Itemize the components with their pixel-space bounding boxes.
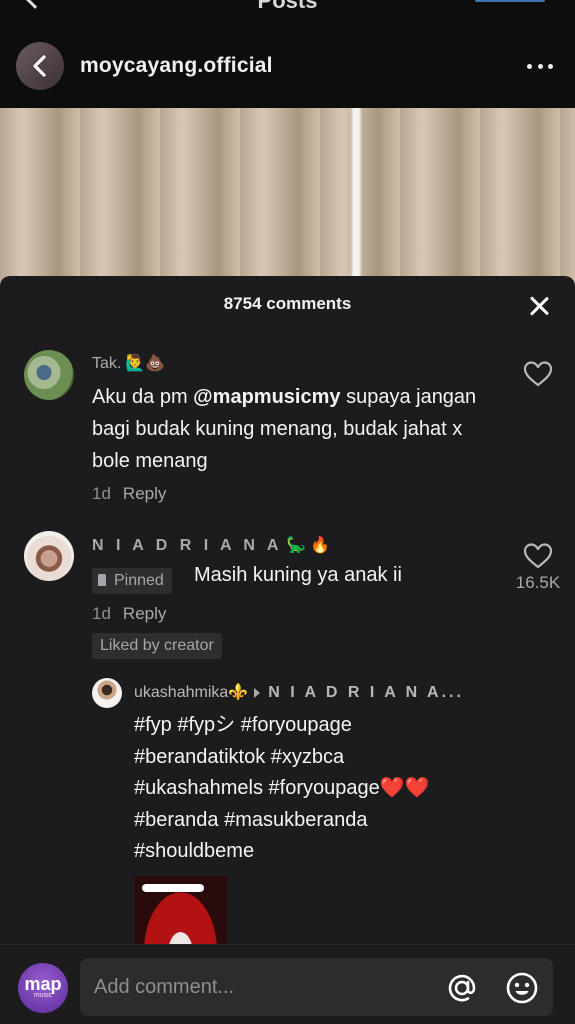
pinned-badge: Pinned (92, 568, 172, 594)
emoji-icon[interactable] (504, 970, 540, 1006)
hashtag-line: #berandatiktok #xyzbca (134, 745, 345, 768)
comment-text: Aku da pm @mapmusicmy supaya jangan bagi… (92, 381, 482, 477)
dot (548, 63, 553, 69)
reply-button[interactable]: Reply (123, 604, 166, 623)
username-text: Tak. (92, 355, 122, 372)
comment-meta: 1d Reply (92, 484, 166, 504)
dot (527, 63, 532, 69)
comment-username[interactable]: N I A D R I A N A 🦕🔥 (92, 535, 334, 555)
avatar[interactable] (92, 678, 122, 708)
top-bar: Posts moycayang.official (0, 0, 575, 108)
comment-meta: 1d Reply (92, 604, 166, 624)
hashtag-line: #fyp #fypシ #foryoupage (134, 714, 352, 736)
heart-icon[interactable] (523, 360, 553, 388)
liked-by-creator-badge: Liked by creator (92, 633, 222, 659)
username-emoji: 🙋‍♂️💩 (125, 355, 166, 372)
reply-username[interactable]: ukashahmika⚜️ N I A D R I A N A... (134, 682, 464, 702)
video-preview[interactable] (0, 108, 575, 288)
reply-arrow-icon (254, 687, 261, 698)
close-icon[interactable] (529, 296, 549, 316)
hashtag-line: #shouldbeme (134, 840, 255, 862)
hashtag-line: #ukashahmels #foryoupage❤️❤️ (134, 777, 430, 799)
comment-input[interactable] (94, 958, 434, 1016)
avatar[interactable] (24, 531, 74, 581)
comment-input-box[interactable] (80, 958, 553, 1016)
username-emoji: ⚜️ (228, 684, 249, 701)
avatar-logo-sub: music (33, 992, 53, 999)
comment-text-prefix: Aku da pm (92, 386, 194, 408)
thumbnail-caption (142, 884, 204, 892)
avatar[interactable]: map music (18, 963, 68, 1013)
comment-text: Masih kuning ya anak ii (194, 564, 402, 586)
username-emoji: 🦕🔥 (286, 537, 335, 554)
pinned-label: Pinned (114, 572, 164, 589)
mention-icon[interactable] (444, 970, 480, 1006)
comment-composer: map music (0, 944, 575, 1024)
heart-icon[interactable] (523, 542, 553, 570)
reply-target: N I A D R I A N A... (268, 684, 464, 701)
dot (537, 63, 543, 69)
username-text: ukashahmika (134, 684, 229, 701)
hashtag-line: #beranda #masukberanda (134, 808, 368, 831)
account-name[interactable]: moycayang.official (80, 54, 273, 78)
comments-sheet: 8754 comments Tak. 🙋‍♂️💩 Aku da pm @mapmu… (0, 276, 575, 1024)
reply-button[interactable]: Reply (123, 484, 166, 503)
mention-link[interactable]: @mapmusicmy (193, 386, 340, 408)
avatar-logo: map (24, 974, 62, 994)
page-title: Posts (257, 0, 318, 13)
reply-text: #fyp #fypシ #foryoupage #berandatiktok #x… (134, 710, 494, 868)
back-button[interactable] (16, 42, 64, 90)
comment-time: 1d (92, 484, 111, 503)
more-options-button[interactable] (527, 58, 553, 74)
comments-count: 8754 comments (223, 294, 352, 313)
chevron-left-icon (33, 55, 46, 77)
avatar[interactable] (24, 350, 74, 400)
username-text: N I A D R I A N A (92, 537, 283, 554)
comment-time: 1d (92, 604, 111, 623)
top-right-indicator (475, 0, 545, 2)
pin-icon (98, 574, 106, 586)
comment-username[interactable]: Tak. 🙋‍♂️💩 (92, 353, 165, 373)
like-count: 16.5K (515, 573, 561, 592)
